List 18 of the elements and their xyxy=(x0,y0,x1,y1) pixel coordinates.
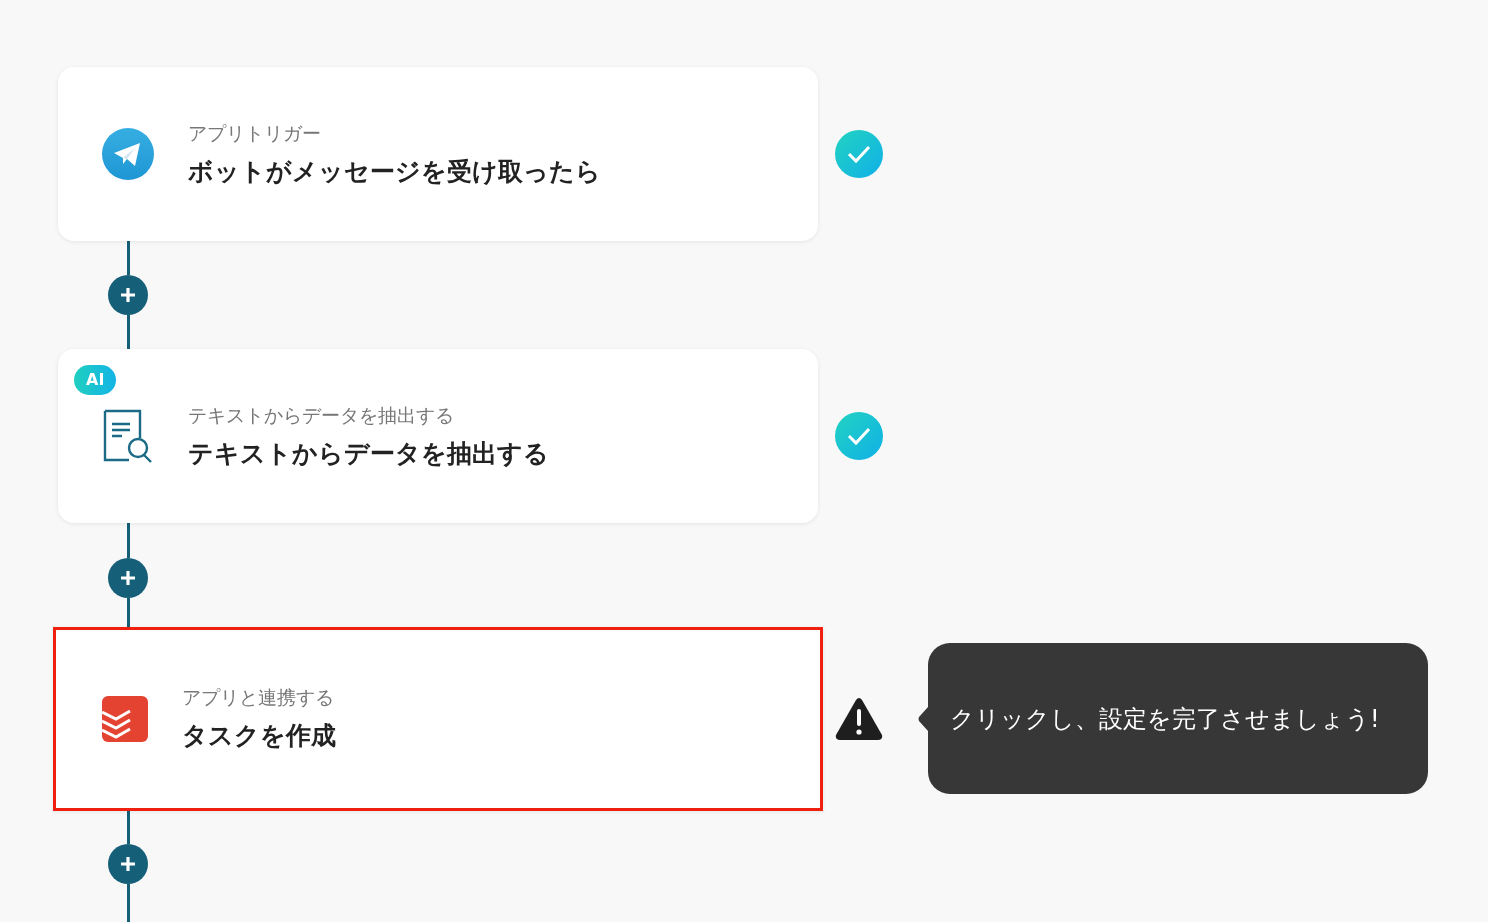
step-card[interactable]: アプリと連携する タスクを作成 xyxy=(53,626,823,811)
step-title: タスクを作成 xyxy=(182,720,336,753)
paper-plane-icon xyxy=(102,128,154,180)
step-card[interactable]: AI テキストからデータを抽出する テキストからデータを抽出する xyxy=(58,349,818,524)
step-caption: アプリトリガー xyxy=(188,120,322,146)
tooltip-pointer-icon xyxy=(918,706,928,731)
step-card[interactable]: アプリトリガー ボットがメッセージを受け取ったら xyxy=(58,67,818,241)
add-step-icon[interactable] xyxy=(108,843,148,884)
add-step-icon[interactable] xyxy=(108,557,148,598)
step-caption: テキストからデータを抽出する xyxy=(188,402,455,428)
tooltip: クリックし、設定を完了させましょう! xyxy=(928,643,1428,795)
step-title: ボットがメッセージを受け取ったら xyxy=(188,155,601,188)
step-caption: アプリと連携する xyxy=(182,685,335,711)
document-search-icon xyxy=(102,408,154,465)
add-step-icon[interactable] xyxy=(108,275,148,316)
ai-badge: AI xyxy=(74,365,117,396)
step-title: テキストからデータを抽出する xyxy=(188,437,549,470)
stacked-chevrons-icon xyxy=(102,695,148,742)
